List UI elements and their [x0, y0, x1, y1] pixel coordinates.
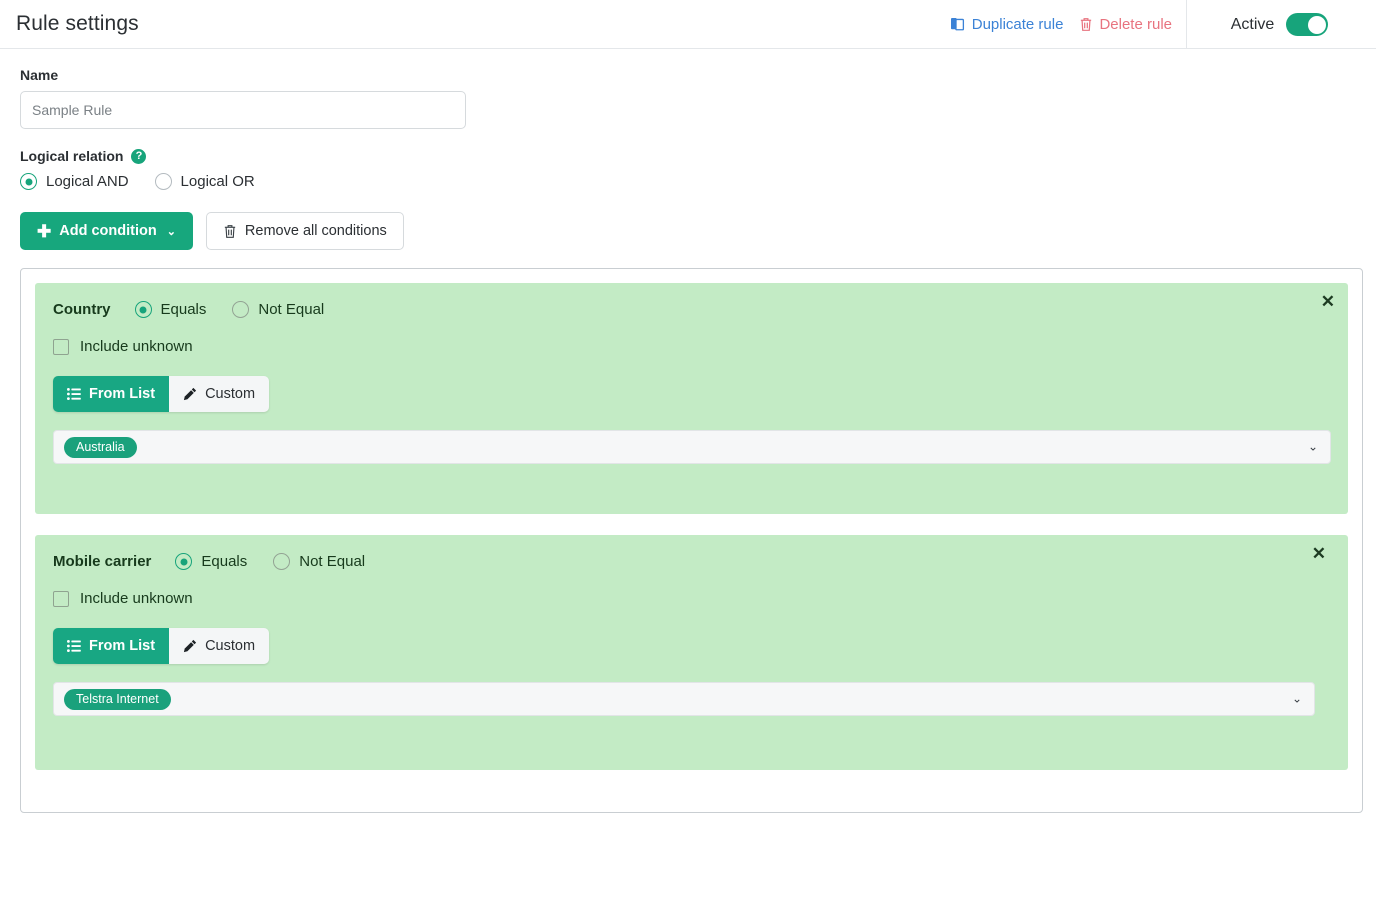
pencil-icon — [183, 387, 197, 401]
chevron-down-icon: ⌄ — [166, 225, 176, 238]
close-icon[interactable]: ✕ — [1321, 293, 1335, 310]
active-toggle-group: Active — [1187, 13, 1376, 36]
radio-not-equal[interactable]: Not Equal — [273, 553, 365, 570]
conditions-panel: ✕ Country Equals Not Equal Include unkno — [20, 268, 1363, 813]
tab-from-list-label: From List — [89, 386, 156, 402]
condition-title: Country — [53, 301, 111, 318]
tab-custom[interactable]: Custom — [169, 628, 270, 664]
chevron-down-icon: ⌄ — [1307, 439, 1318, 454]
radio-equals[interactable]: Equals — [175, 553, 247, 570]
condition-header: Mobile carrier Equals Not Equal — [53, 553, 1330, 570]
page-title: Rule settings — [16, 12, 139, 35]
radio-logical-or-dot — [154, 173, 172, 190]
tab-from-list[interactable]: From List — [53, 628, 170, 664]
checkbox-box — [53, 338, 69, 355]
tab-from-list-label: From List — [89, 638, 156, 654]
toggle-knob — [1307, 15, 1326, 34]
add-condition-button[interactable]: ✚ Add condition ⌄ — [20, 212, 193, 250]
condition-title: Mobile carrier — [53, 553, 152, 570]
country-value-select[interactable]: Australia ⌄ — [53, 430, 1331, 464]
mobile-carrier-value-select[interactable]: Telstra Internet ⌄ — [53, 682, 1315, 716]
settings-body: Name Logical relation ? Logical AND Logi… — [0, 49, 1376, 813]
radio-not-equal-dot — [273, 553, 291, 570]
radio-logical-and[interactable]: Logical AND — [20, 173, 129, 190]
condition-card-country: ✕ Country Equals Not Equal Include unkno — [35, 283, 1348, 514]
radio-logical-and-dot — [20, 173, 37, 190]
include-unknown-label: Include unknown — [80, 338, 193, 355]
checkbox-box — [53, 590, 69, 607]
condition-header: Country Equals Not Equal — [53, 301, 1330, 318]
list-icon — [67, 640, 81, 652]
plus-icon: ✚ — [37, 221, 52, 241]
duplicate-icon — [950, 17, 966, 32]
radio-logical-or-label: Logical OR — [180, 173, 255, 190]
radio-not-equal[interactable]: Not Equal — [232, 301, 324, 318]
include-unknown-label: Include unknown — [80, 590, 193, 607]
remove-all-conditions-button[interactable]: Remove all conditions — [205, 212, 404, 250]
logical-relation-header: Logical relation ? — [20, 148, 1376, 164]
tab-custom[interactable]: Custom — [169, 376, 270, 412]
tab-custom-label: Custom — [205, 638, 256, 654]
active-label: Active — [1230, 15, 1275, 33]
radio-not-equal-label: Not Equal — [299, 553, 366, 570]
condition-actions: ✚ Add condition ⌄ Remove all conditions — [20, 212, 1376, 250]
radio-equals-dot — [175, 553, 193, 570]
delete-rule-label: Delete rule — [1099, 16, 1172, 33]
logical-relation-label: Logical relation — [20, 148, 124, 164]
include-unknown-checkbox[interactable]: Include unknown — [53, 590, 1330, 607]
radio-equals[interactable]: Equals — [134, 301, 207, 318]
radio-equals-label: Equals — [201, 553, 248, 570]
include-unknown-checkbox[interactable]: Include unknown — [53, 338, 1330, 355]
value-source-tabs: From List Custom — [53, 376, 270, 412]
logical-relation-radios: Logical AND Logical OR — [20, 173, 1376, 190]
condition-operator-radios: Equals Not Equal — [175, 553, 365, 570]
close-icon[interactable]: ✕ — [1312, 545, 1326, 562]
name-label: Name — [20, 67, 59, 83]
add-condition-label: Add condition — [59, 223, 157, 239]
radio-equals-dot — [134, 301, 152, 318]
condition-card-mobile-carrier: ✕ Mobile carrier Equals Not Equal Includ — [35, 535, 1348, 770]
radio-not-equal-dot — [232, 301, 250, 318]
selected-value-tag[interactable]: Telstra Internet — [64, 688, 171, 710]
list-icon — [67, 388, 81, 400]
duplicate-rule-button[interactable]: Duplicate rule — [950, 16, 1064, 33]
selected-value-tag[interactable]: Australia — [64, 436, 137, 458]
trash-icon — [1079, 17, 1093, 32]
radio-not-equal-label: Not Equal — [258, 301, 325, 318]
value-source-tabs: From List Custom — [53, 628, 270, 664]
active-toggle[interactable] — [1286, 13, 1329, 36]
radio-logical-and-label: Logical AND — [46, 173, 129, 190]
radio-equals-label: Equals — [160, 301, 207, 318]
page-header: Rule settings Duplicate rule Delete rule… — [0, 0, 1376, 49]
condition-operator-radios: Equals Not Equal — [134, 301, 324, 318]
remove-all-conditions-label: Remove all conditions — [244, 223, 387, 239]
tab-from-list[interactable]: From List — [53, 376, 170, 412]
delete-rule-button[interactable]: Delete rule — [1079, 16, 1172, 33]
radio-logical-or[interactable]: Logical OR — [154, 173, 255, 190]
pencil-icon — [183, 639, 197, 653]
trash-icon — [223, 224, 237, 239]
header-actions: Duplicate rule Delete rule Active — [950, 0, 1376, 49]
rule-name-input[interactable] — [20, 91, 466, 129]
help-icon[interactable]: ? — [131, 148, 147, 164]
chevron-down-icon: ⌄ — [1291, 691, 1302, 706]
duplicate-rule-label: Duplicate rule — [971, 16, 1064, 33]
tab-custom-label: Custom — [205, 386, 256, 402]
